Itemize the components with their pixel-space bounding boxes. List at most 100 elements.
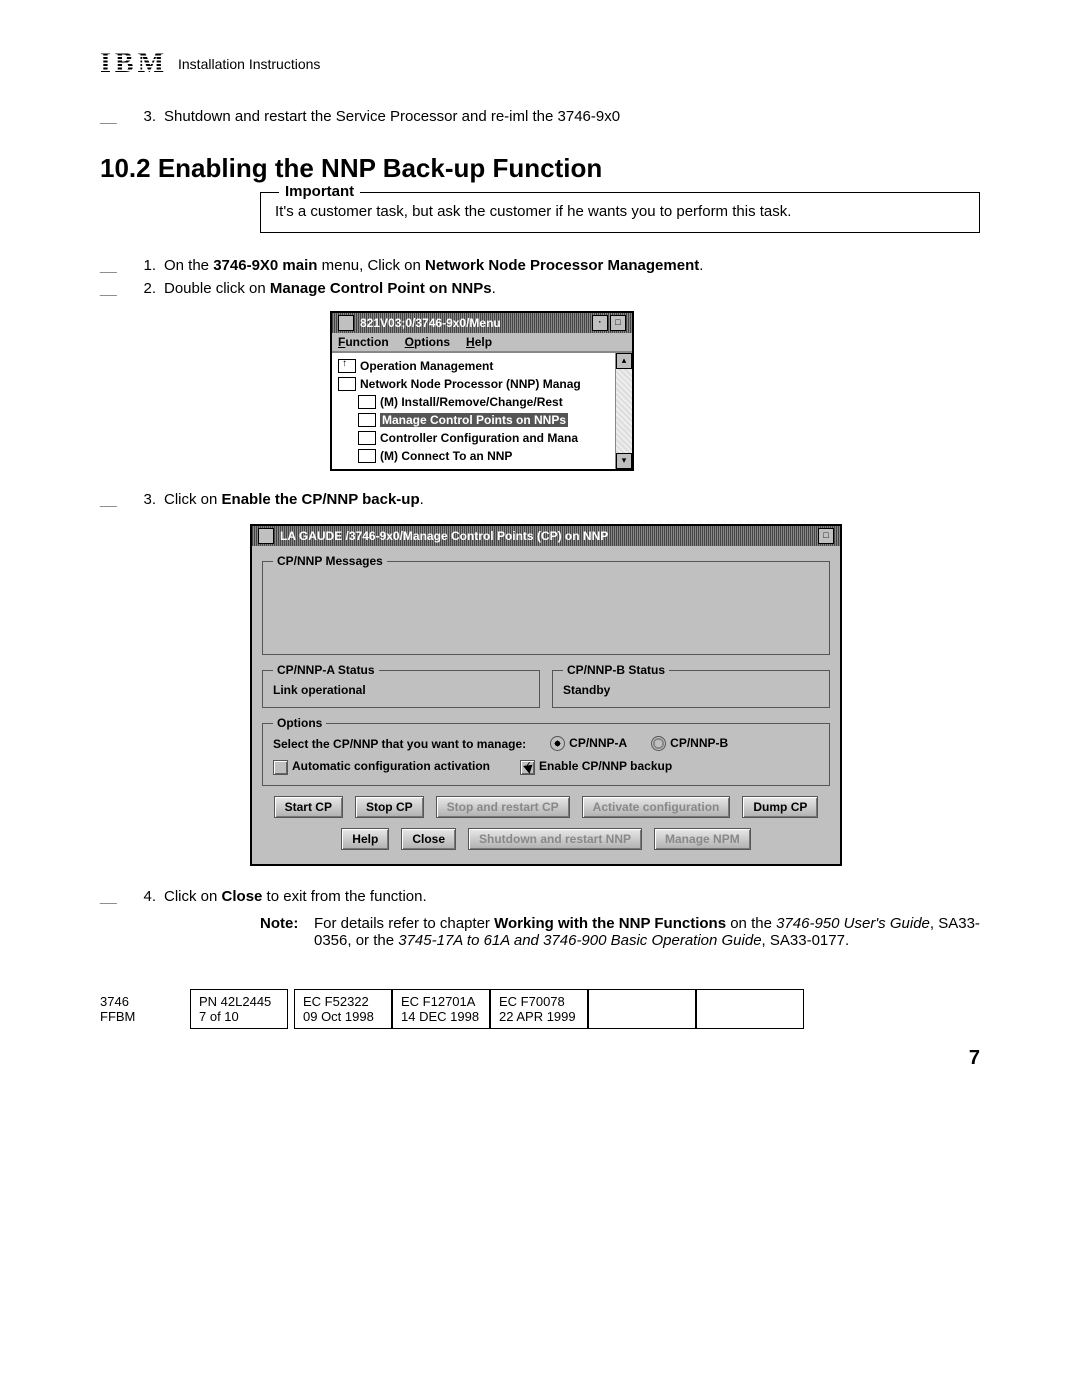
note: Note: For details refer to chapter Worki…	[260, 915, 980, 949]
step-3: __ 3. Click on Enable the CP/NNP back-up…	[100, 491, 980, 508]
footer-empty	[696, 989, 804, 1029]
checkoff-blank: __	[100, 108, 120, 125]
footer-cell: EC F70078 22 APR 1999	[490, 989, 588, 1029]
step-number: 3.	[128, 491, 156, 508]
menu-help[interactable]: Help	[466, 335, 492, 349]
tree-item[interactable]: (M) Connect To an NNP	[334, 447, 630, 465]
footer-cell: PN 42L2445 7 of 10	[190, 989, 288, 1029]
status-a-value: Link operational	[273, 683, 529, 697]
checkoff-blank: __	[100, 888, 120, 905]
option-prompt: Select the CP/NNP that you want to manag…	[273, 737, 526, 751]
checkoff-blank: __	[100, 491, 120, 508]
window-title: 821V03;0/3746-9x0/Menu	[360, 316, 501, 330]
footer-table: 3746 FFBM PN 42L2445 7 of 10 EC F52322 0…	[100, 989, 980, 1029]
tree-item[interactable]: (M) Install/Remove/Change/Rest	[334, 393, 630, 411]
maximize-icon[interactable]: □	[610, 315, 626, 331]
menu-function[interactable]: Function	[338, 335, 389, 349]
checkoff-blank: __	[100, 257, 120, 274]
tree-view: Operation Management Network Node Proces…	[332, 352, 632, 469]
scroll-up-icon[interactable]: ▴	[616, 353, 632, 369]
footer-cell: EC F12701A 14 DEC 1998	[392, 989, 490, 1029]
dump-cp-button[interactable]: Dump CP	[742, 796, 818, 818]
step-text: Shutdown and restart the Service Process…	[164, 108, 980, 125]
footer-empty	[588, 989, 696, 1029]
tree-item[interactable]: Controller Configuration and Mana	[334, 429, 630, 447]
status-b-group: CP/NNP-B Status Standby	[552, 663, 830, 708]
messages-group: CP/NNP Messages	[262, 554, 830, 655]
group-label: CP/NNP Messages	[273, 554, 387, 568]
tree-item[interactable]: Network Node Processor (NNP) Manag	[334, 375, 630, 393]
tree-item[interactable]: Operation Management	[334, 357, 630, 375]
maximize-icon[interactable]: □	[818, 528, 834, 544]
folder-icon	[338, 377, 356, 391]
group-label: CP/NNP-B Status	[563, 663, 669, 677]
important-legend: Important	[279, 183, 360, 200]
step-1: __ 1. On the 3746-9X0 main menu, Click o…	[100, 257, 980, 274]
messages-area	[273, 574, 819, 644]
menu-options[interactable]: Options	[405, 335, 450, 349]
scroll-down-icon[interactable]: ▾	[616, 453, 632, 469]
titlebar[interactable]: LA GAUDE /3746-9x0/Manage Control Points…	[252, 526, 840, 546]
step-text: On the 3746-9X0 main menu, Click on Netw…	[164, 257, 980, 274]
note-label: Note:	[260, 915, 306, 949]
folder-icon	[358, 413, 376, 427]
group-label: CP/NNP-A Status	[273, 663, 379, 677]
folder-up-icon	[338, 359, 356, 373]
prior-step-3: __ 3. Shutdown and restart the Service P…	[100, 108, 980, 125]
button-row-2: Help Close Shutdown and restart NNP Mana…	[262, 828, 830, 850]
window-title: LA GAUDE /3746-9x0/Manage Control Points…	[280, 529, 608, 543]
folder-icon	[358, 449, 376, 463]
step-text: Double click on Manage Control Point on …	[164, 280, 980, 297]
close-button[interactable]: Close	[401, 828, 456, 850]
note-text: For details refer to chapter Working wit…	[314, 915, 980, 949]
manage-npm-button[interactable]: Manage NPM	[654, 828, 751, 850]
radio-cpnnp-a[interactable]: CP/NNP-A	[550, 736, 627, 751]
manage-cp-dialog: LA GAUDE /3746-9x0/Manage Control Points…	[250, 524, 842, 866]
minimize-icon[interactable]: ·	[592, 315, 608, 331]
footer-lead: 3746 FFBM	[100, 989, 190, 1029]
folder-icon	[358, 431, 376, 445]
shutdown-restart-nnp-button[interactable]: Shutdown and restart NNP	[468, 828, 642, 850]
folder-icon	[358, 395, 376, 409]
important-box: Important It's a customer task, but ask …	[260, 192, 980, 233]
check-auto-config[interactable]: Automatic configuration activation	[273, 759, 490, 774]
activate-config-button[interactable]: Activate configuration	[582, 796, 731, 818]
group-label: Options	[273, 716, 326, 730]
button-row-1: Start CP Stop CP Stop and restart CP Act…	[262, 796, 830, 818]
vertical-scrollbar[interactable]: ▴ ▾	[615, 353, 632, 469]
help-button[interactable]: Help	[341, 828, 389, 850]
status-b-value: Standby	[563, 683, 819, 697]
doc-title: Installation Instructions	[178, 56, 320, 72]
check-enable-backup[interactable]: ✓Enable CP/NNP backup	[520, 759, 672, 774]
page-header: IBM Installation Instructions	[100, 50, 980, 78]
footer-cell: EC F52322 09 Oct 1998	[294, 989, 392, 1029]
stop-cp-button[interactable]: Stop CP	[355, 796, 424, 818]
step-number: 2.	[128, 280, 156, 297]
start-cp-button[interactable]: Start CP	[274, 796, 343, 818]
ibm-logo: IBM	[100, 50, 168, 78]
titlebar[interactable]: 821V03;0/3746-9x0/Menu · □	[332, 313, 632, 333]
stop-restart-cp-button[interactable]: Stop and restart CP	[436, 796, 570, 818]
options-group: Options Select the CP/NNP that you want …	[262, 716, 830, 786]
radio-on-icon	[550, 736, 565, 751]
checkbox-off-icon	[273, 760, 288, 775]
step-4: __ 4. Click on Close to exit from the fu…	[100, 888, 980, 905]
step-text: Click on Close to exit from the function…	[164, 888, 980, 905]
menu-window: 821V03;0/3746-9x0/Menu · □ Function Opti…	[330, 311, 634, 471]
step-number: 4.	[128, 888, 156, 905]
page-number: 7	[100, 1047, 980, 1070]
section-heading: 10.2 Enabling the NNP Back-up Function	[100, 153, 980, 184]
radio-cpnnp-b[interactable]: CP/NNP-B	[651, 736, 728, 751]
status-a-group: CP/NNP-A Status Link operational	[262, 663, 540, 708]
step-text: Click on Enable the CP/NNP back-up.	[164, 491, 980, 508]
step-number: 1.	[128, 257, 156, 274]
system-menu-icon[interactable]	[258, 528, 274, 544]
system-menu-icon[interactable]	[338, 315, 354, 331]
step-number: 3.	[128, 108, 156, 125]
checkbox-on-icon: ✓	[520, 760, 535, 775]
checkoff-blank: __	[100, 280, 120, 297]
radio-off-icon	[651, 736, 666, 751]
tree-item-selected[interactable]: Manage Control Points on NNPs	[334, 411, 630, 429]
important-text: It's a customer task, but ask the custom…	[275, 203, 791, 220]
step-2: __ 2. Double click on Manage Control Poi…	[100, 280, 980, 297]
